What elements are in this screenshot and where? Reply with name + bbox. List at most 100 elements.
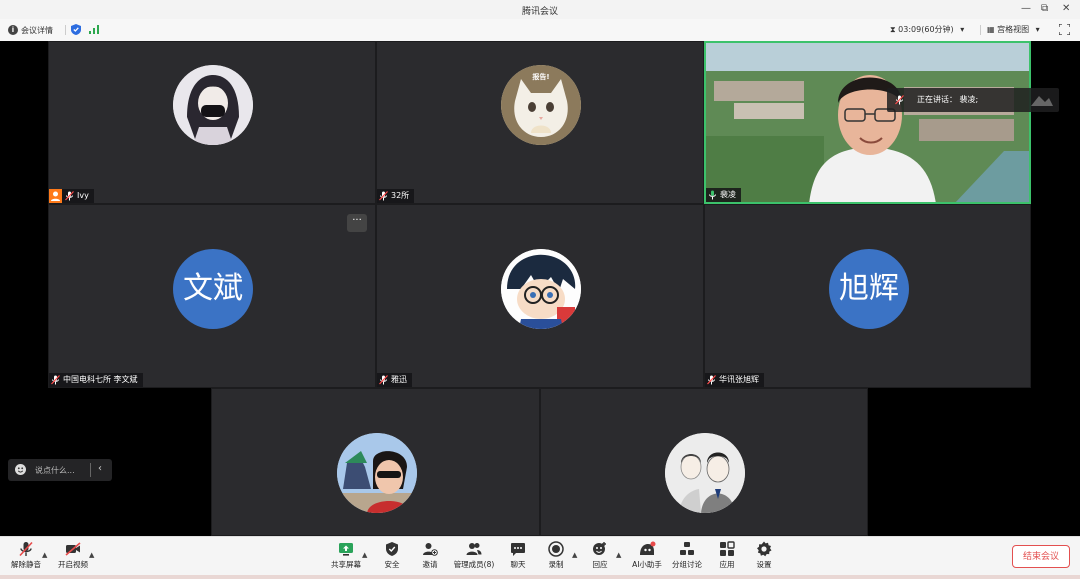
avatar: 旭辉	[829, 249, 909, 329]
video-off-icon	[65, 542, 81, 556]
restore-button[interactable]: ⧉	[1041, 3, 1048, 14]
settings-button[interactable]: 设置	[742, 541, 786, 570]
mic-muted-icon	[379, 375, 388, 385]
chevron-down-icon: ▾	[1035, 25, 1040, 34]
host-icon	[49, 189, 62, 203]
invite-button[interactable]: 邀请	[408, 541, 452, 570]
share-screen-icon	[339, 543, 353, 556]
mic-muted-icon	[379, 191, 388, 201]
minimize-button[interactable]: —	[1021, 3, 1031, 14]
meeting-timer[interactable]: ⧗ 03:09(60分钟) ▾	[890, 24, 964, 35]
view-mode-label: 宫格视图	[997, 25, 1030, 34]
more-options-button[interactable]: ···	[347, 214, 367, 232]
participant-name-bar: 裴凌	[706, 188, 741, 202]
chat-icon	[511, 543, 525, 556]
video-tile-active-speaker[interactable]: 裴凌	[704, 41, 1031, 204]
chat-placeholder[interactable]: 说点什么...	[35, 465, 75, 476]
video-tile[interactable]: 旭辉 华讯张旭辉	[704, 204, 1031, 388]
video-tile[interactable]: Ivy	[48, 41, 376, 204]
gear-icon	[757, 541, 772, 557]
mic-muted-icon	[19, 541, 33, 557]
mic-muted-icon	[51, 375, 60, 385]
breakout-rooms-label: 分组讨论	[672, 560, 702, 569]
meeting-toolbar: 解除静音 ▲ 开启视频 ▲ 共享屏幕 ▲ 安全 邀请 管理成员(8) 聊天 录制…	[0, 536, 1080, 576]
avatar: 报告!	[501, 65, 581, 145]
start-video-label: 开启视频	[58, 560, 88, 569]
avatar-caption: 报告!	[532, 73, 550, 81]
divider	[980, 25, 981, 35]
end-meeting-button[interactable]: 结束会议	[1012, 545, 1070, 568]
record-icon	[548, 541, 564, 557]
collapse-chevron-icon[interactable]: ‹	[98, 463, 102, 474]
invite-label: 邀请	[422, 560, 438, 569]
participant-name: 华讯张旭辉	[719, 375, 759, 384]
avatar	[337, 433, 417, 513]
add-user-icon	[423, 543, 438, 556]
speaking-label: 正在讲话：	[917, 95, 957, 104]
ai-assistant-icon	[640, 541, 656, 555]
participant-name-bar: 中国电科七所 李文斌	[49, 373, 143, 387]
video-tile[interactable]	[540, 388, 868, 536]
emoji-icon[interactable]	[15, 464, 26, 475]
avatar: 文斌	[173, 249, 253, 329]
view-mode-button[interactable]: ▦ 宫格视图 ▾	[987, 24, 1040, 35]
participant-name-bar: Ivy	[49, 189, 94, 203]
network-signal-icon[interactable]	[89, 25, 99, 34]
fullscreen-icon[interactable]	[1059, 24, 1070, 35]
react-label: 回应	[592, 560, 608, 569]
react-options-caret[interactable]: ▲	[616, 551, 621, 559]
video-options-caret[interactable]: ▲	[89, 551, 94, 559]
reaction-icon	[593, 542, 606, 555]
camera-video	[706, 43, 1029, 202]
bottom-strip	[0, 575, 1080, 579]
meeting-info-bar: i 会议详情 ⧗ 03:09(60分钟) ▾ ▦ 宫格视图 ▾	[0, 19, 1080, 42]
video-tile[interactable]	[211, 388, 540, 536]
participant-name: 32所	[391, 191, 410, 200]
avatar	[665, 433, 745, 513]
ai-assistant-button[interactable]: AI小助手	[624, 541, 670, 570]
avatar	[173, 65, 253, 145]
participant-name-bar: 华讯张旭辉	[705, 373, 764, 387]
ai-assistant-label: AI小助手	[632, 560, 662, 569]
speaking-name: 裴凌;	[959, 95, 979, 104]
mic-active-icon	[709, 190, 716, 200]
meeting-details-link[interactable]: 会议详情	[21, 25, 53, 36]
shield-icon[interactable]	[71, 24, 81, 35]
record-label: 录制	[548, 560, 564, 569]
participant-name: 雅迅	[391, 375, 407, 384]
manage-members-label: 管理成员(8)	[453, 560, 495, 569]
participant-name: Ivy	[77, 191, 89, 200]
apps-grid-icon	[720, 541, 735, 556]
participant-name: 裴凌	[720, 190, 736, 199]
share-options-caret[interactable]: ▲	[362, 551, 367, 559]
timer-text: 03:09(60分钟)	[898, 25, 954, 34]
members-icon	[466, 543, 482, 555]
share-screen-label: 共享屏幕	[331, 560, 361, 569]
avatar	[501, 249, 581, 329]
mic-muted-icon	[707, 375, 716, 385]
grid-view-icon: ▦	[987, 25, 995, 34]
video-tile[interactable]: ··· 文斌 中国电科七所 李文斌	[48, 204, 376, 388]
audio-options-caret[interactable]: ▲	[42, 551, 47, 559]
close-button[interactable]: ✕	[1062, 3, 1070, 14]
cloud-logo-icon	[1031, 96, 1053, 106]
quick-chat-input[interactable]: 说点什么... ‹	[8, 459, 112, 481]
info-icon[interactable]: i	[8, 25, 18, 35]
participant-name-bar: 32所	[377, 189, 415, 203]
hourglass-icon: ⧗	[890, 25, 896, 34]
chevron-down-icon: ▾	[960, 25, 965, 34]
video-tile[interactable]: 雅迅	[376, 204, 704, 388]
settings-label: 设置	[756, 560, 772, 569]
video-grid: Ivy 报告! 32所 裴凌 正在讲话： 裴凌; ··· 文斌 中国电科七所 李…	[0, 41, 1080, 536]
mic-muted-icon	[65, 191, 74, 201]
window-title: 腾讯会议	[521, 7, 558, 17]
unmute-label: 解除静音	[11, 560, 41, 569]
video-tile[interactable]: 报告! 32所	[376, 41, 704, 204]
record-options-caret[interactable]: ▲	[572, 551, 577, 559]
breakout-rooms-button[interactable]: 分组讨论	[665, 541, 709, 570]
divider	[65, 25, 66, 35]
title-bar: 腾讯会议 — ⧉ ✕	[0, 0, 1080, 19]
participant-name: 中国电科七所 李文斌	[63, 375, 138, 384]
manage-members-button[interactable]: 管理成员(8)	[452, 541, 496, 570]
divider	[90, 463, 91, 477]
